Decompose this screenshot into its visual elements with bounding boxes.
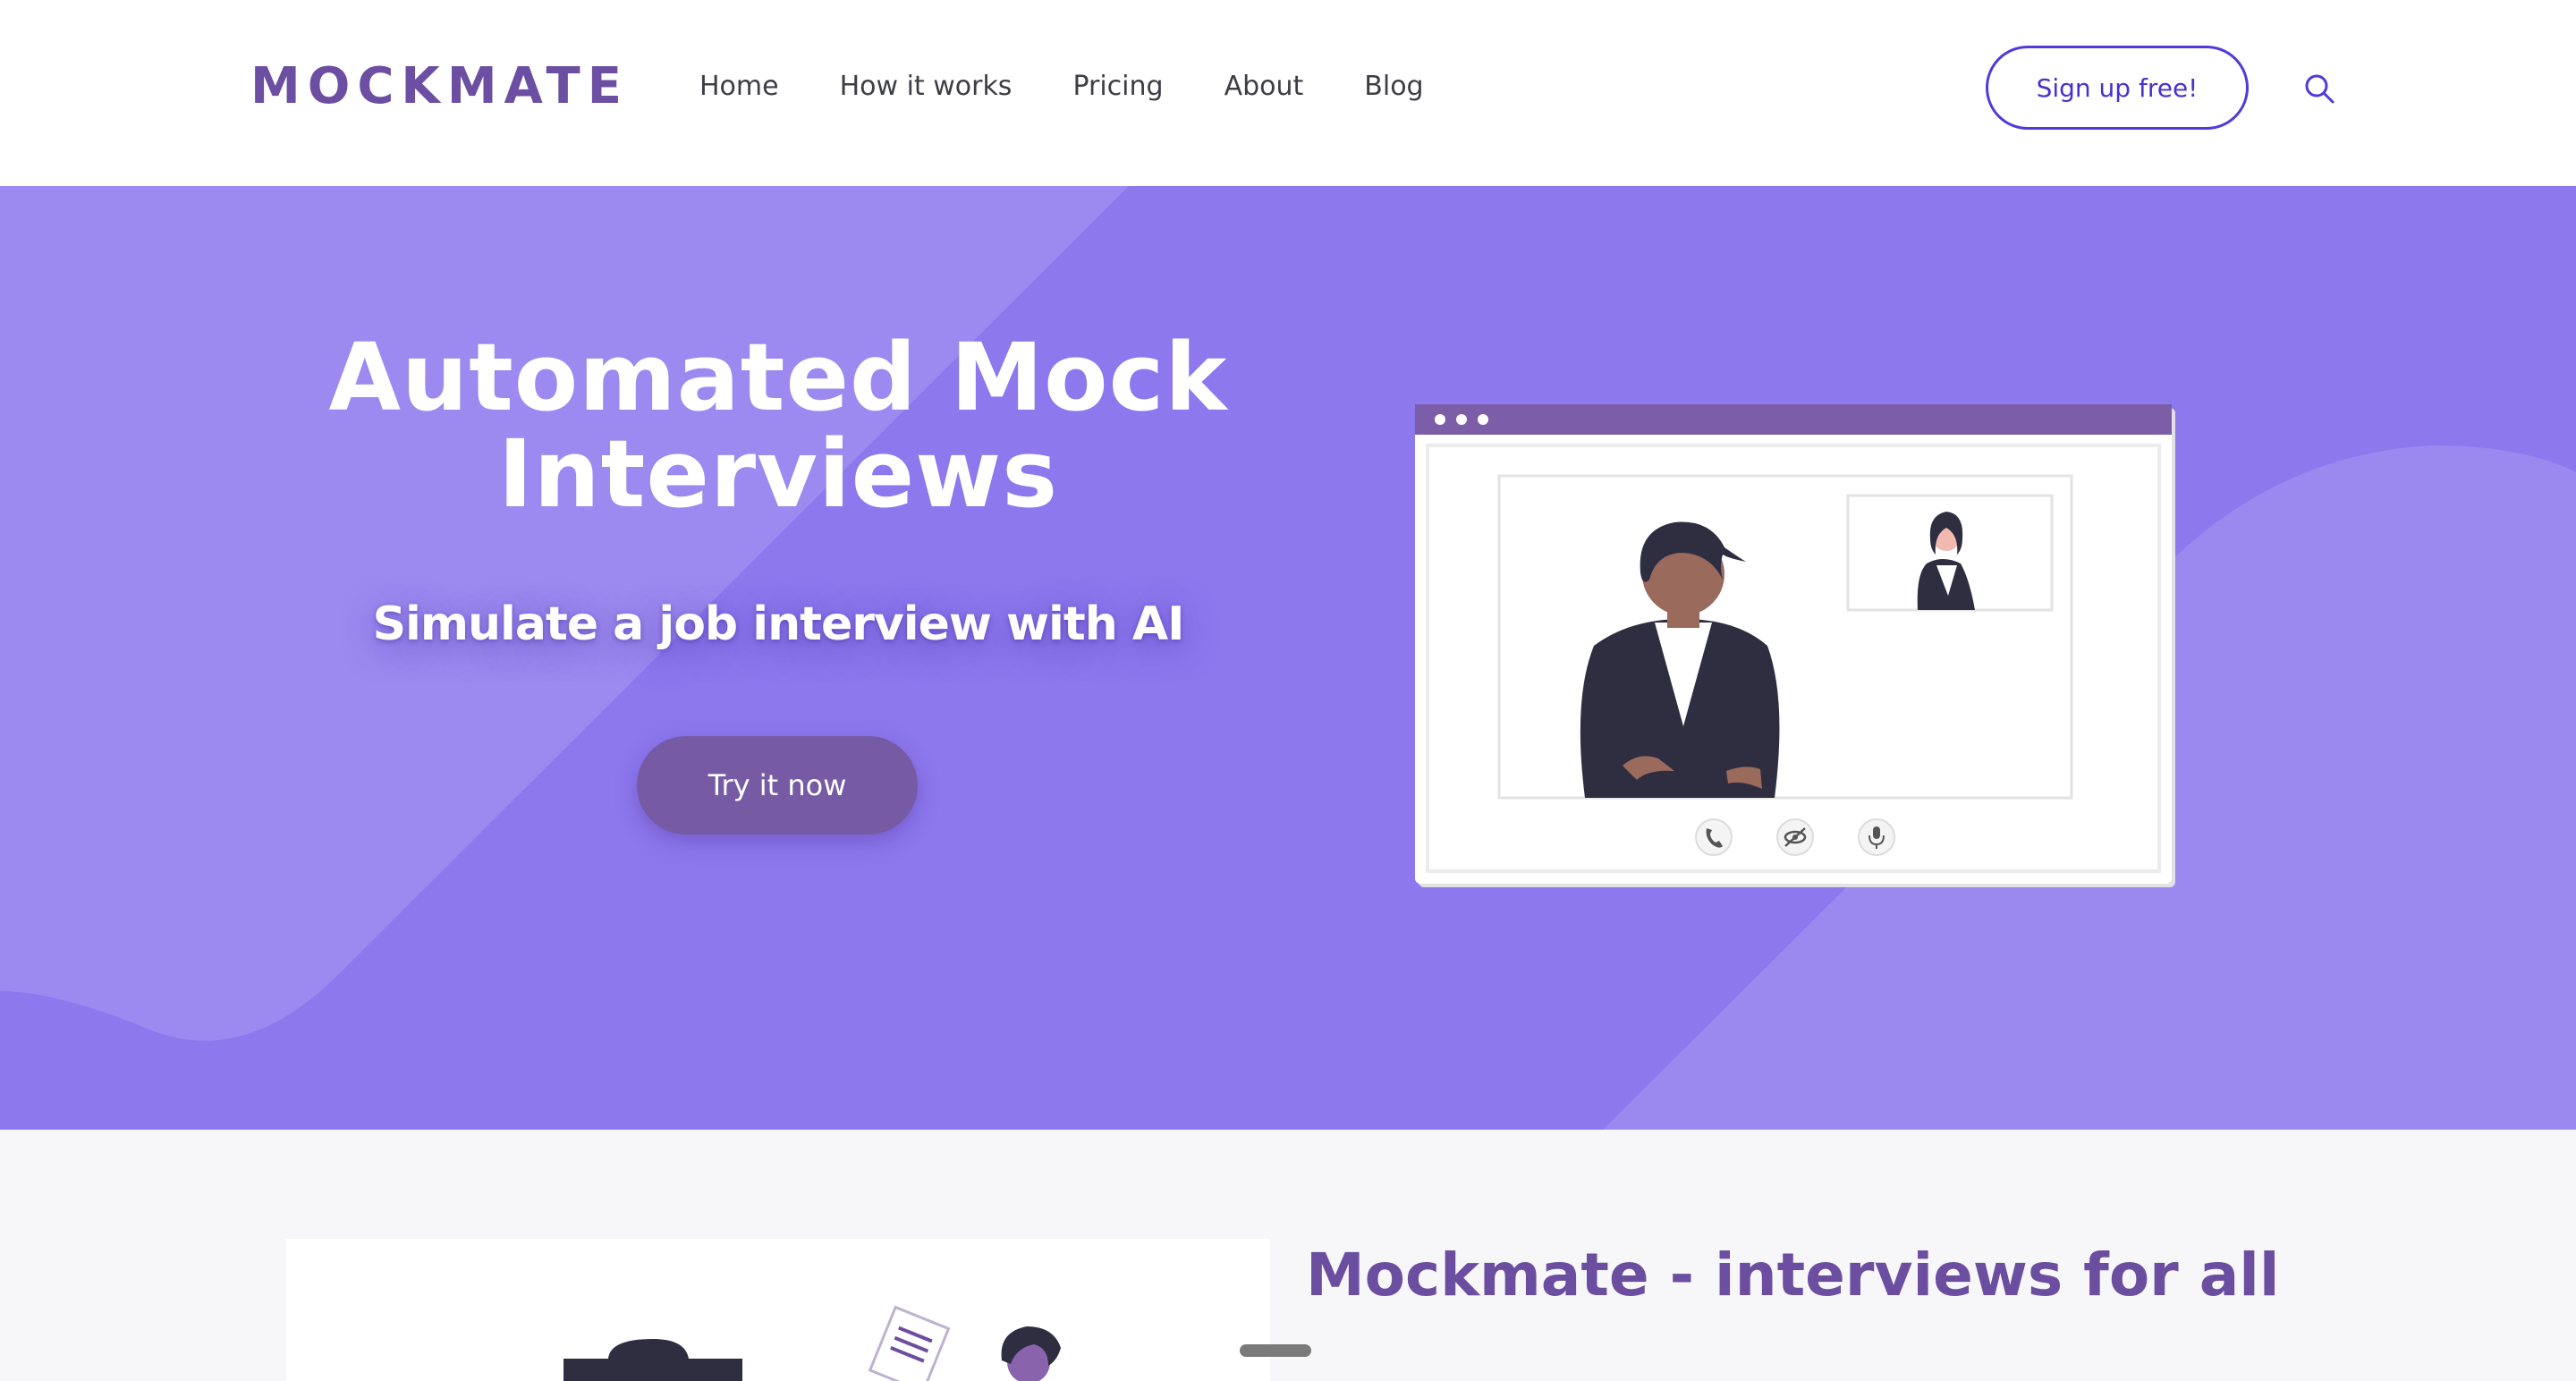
slider-handle[interactable] — [1240, 1344, 1311, 1357]
nav-pricing[interactable]: Pricing — [1072, 64, 1163, 109]
hero-title-line-2: Interviews — [497, 419, 1059, 529]
eye-slash-icon — [1776, 818, 1814, 856]
hero-section: Automated Mock Interviews Simulate a job… — [0, 186, 2576, 1130]
microphone-icon — [1858, 818, 1895, 856]
window-dot-icon — [1478, 414, 1488, 425]
nav-how-it-works[interactable]: How it works — [840, 64, 1013, 109]
video-call-illustration — [1415, 404, 2175, 887]
site-header: MOCKMATE Home How it works Pricing About… — [0, 0, 2576, 186]
signup-button[interactable]: Sign up free! — [1986, 46, 2249, 130]
section-title: Mockmate - interviews for all — [1306, 1241, 2280, 1309]
section-illustration-card — [286, 1239, 1270, 1381]
nav-blog[interactable]: Blog — [1364, 64, 1423, 109]
window-dot-icon — [1456, 414, 1467, 425]
main-nav: Home How it works Pricing About Blog — [699, 64, 1485, 109]
search-icon[interactable] — [2302, 72, 2336, 106]
phone-icon — [1695, 818, 1733, 856]
nav-about[interactable]: About — [1224, 64, 1304, 109]
hero-title-line-1: Automated Mock — [328, 323, 1228, 432]
window-title-bar — [1415, 404, 2172, 435]
hero-subtitle: Simulate a job interview with AI — [372, 597, 1185, 651]
try-it-now-button[interactable]: Try it now — [637, 736, 918, 835]
hero-title: Automated Mock Interviews — [322, 329, 1234, 522]
person-with-document-illustration — [564, 1305, 1061, 1381]
nav-home[interactable]: Home — [699, 64, 779, 109]
about-section: Mockmate - interviews for all — [0, 1130, 2576, 1381]
logo[interactable]: MOCKMATE — [250, 55, 629, 118]
window-dot-icon — [1435, 414, 1445, 425]
